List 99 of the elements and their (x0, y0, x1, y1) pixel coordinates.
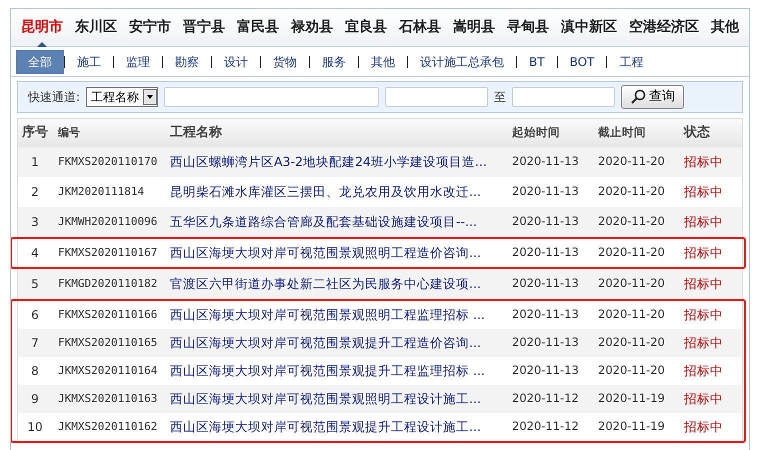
project-link[interactable]: 西山区海埂大坝对岸可视范围景观提升工程造价咨询... (170, 334, 481, 350)
code-cell-text: JKMXS2020110163 (57, 390, 158, 407)
date-cell-text: 2020-11-13 (512, 306, 580, 324)
region-tab[interactable]: 富民县 (233, 9, 283, 46)
date-cell-text: 2020-11-13 (512, 213, 580, 230)
row-number: 2 (30, 184, 40, 201)
date-cell-text: 2020-11-13 (512, 362, 580, 380)
category-tab[interactable]: 设计 (212, 50, 260, 74)
code-cell-text: FKMXS2020110170 (57, 154, 158, 170)
date-field[interactable] (385, 87, 488, 107)
date-cell-text: 2020-11-20 (598, 153, 666, 170)
project-link[interactable]: 西山区螺蛳湾片区A3-2地块配建24班小学建设项目造... (170, 154, 487, 169)
project-link[interactable]: 昆明柴石滩水库灌区三摆田、龙兑农用及饮用水改迁... (170, 184, 481, 199)
date-cell-text: 2020-11-12 (512, 390, 580, 408)
code-cell-text: FKMXS2020110167 (57, 244, 158, 261)
date-cell-text: 2020-11-20 (598, 244, 666, 262)
status-text: 招标中 (684, 244, 723, 260)
code-cell-text: JKMXS2020110162 (57, 418, 158, 435)
date-cell-text: 2020-11-13 (512, 244, 580, 262)
status-text: 招标中 (684, 276, 723, 291)
project-link[interactable]: 西山区海埂大坝对岸可视范围景观照明工程造价咨询... (170, 244, 481, 260)
status-text: 招标中 (684, 334, 723, 350)
date-cell-text: 2020-11-13 (512, 334, 580, 352)
region-tab[interactable]: 其他 (707, 9, 743, 46)
project-link[interactable]: 西山区海埂大坝对岸可视范围景观提升工程设计施工... (170, 418, 481, 434)
row-number: 1 (30, 154, 40, 171)
region-tab[interactable]: 滇中新区 (557, 9, 621, 46)
date-cell-text: 2020-11-20 (598, 334, 666, 352)
category-tab[interactable]: 设计施工总承包 (408, 50, 516, 74)
column-header: 截止时间 (598, 124, 647, 142)
code-cell-text: FKMXS2020110166 (57, 306, 158, 323)
date-cell-text: 2020-11-13 (512, 275, 580, 292)
column-header: 状态 (684, 124, 711, 142)
search-label: 快速通道: (28, 89, 80, 106)
code-cell-text: JKMXS2020110164 (57, 362, 158, 379)
category-tab[interactable]: 施工 (65, 50, 113, 74)
status-text: 招标中 (684, 306, 723, 322)
status-text: 招标中 (684, 184, 723, 199)
date-cell-text: 2020-11-13 (512, 153, 580, 170)
status-text: 招标中 (684, 418, 723, 434)
field-select[interactable]: 工程名称 (86, 87, 158, 107)
row-number: 9 (30, 391, 40, 408)
search-button[interactable]: 查询 (621, 85, 684, 109)
column-header: 起始时间 (512, 124, 561, 142)
date-cell-text: 2020-11-19 (598, 418, 666, 436)
row-number: 8 (30, 363, 40, 380)
region-tab[interactable]: 石林县 (395, 9, 445, 46)
row-number: 10 (26, 419, 44, 436)
row-number: 5 (30, 276, 40, 293)
project-link[interactable]: 官渡区六甲街道办事处新二社区为民服务中心建设项... (170, 276, 481, 291)
status-text: 招标中 (684, 214, 723, 229)
region-tab[interactable]: 禄劝县 (287, 9, 337, 46)
code-cell-text: FKMGD2020110182 (57, 276, 158, 292)
region-tab[interactable]: 安宁市 (125, 9, 175, 46)
row-number: 7 (30, 335, 40, 352)
date-cell-text: 2020-11-20 (598, 306, 666, 324)
region-tab[interactable]: 东川区 (71, 9, 121, 46)
date-cell-text: 2020-11-20 (598, 183, 666, 200)
category-tab[interactable]: 其他 (359, 50, 407, 74)
status-text: 招标中 (684, 362, 723, 378)
category-tab[interactable]: 监理 (114, 50, 162, 74)
row-number: 4 (30, 245, 40, 262)
status-text: 招标中 (684, 390, 723, 406)
code-cell-text: JKM2020111814 (57, 184, 146, 200)
project-link[interactable]: 西山区海埂大坝对岸可视范围景观提升工程监理招标 ... (170, 362, 485, 378)
date-cell-text: 2020-11-13 (512, 183, 580, 200)
date-cell-text: 2020-11-20 (598, 362, 666, 380)
region-tab[interactable]: 空港经济区 (625, 9, 703, 46)
status-text: 招标中 (684, 154, 723, 169)
date-cell-text: 2020-11-20 (598, 213, 666, 230)
range-separator: 至 (494, 89, 506, 106)
date-field[interactable] (512, 87, 616, 107)
category-tab[interactable]: 全部 (16, 50, 64, 74)
column-header: 序号 (21, 124, 49, 142)
date-cell-text: 2020-11-12 (512, 418, 580, 436)
keyword-field[interactable] (164, 87, 380, 107)
category-tab[interactable]: 货物 (261, 50, 309, 74)
search-icon (630, 89, 646, 105)
region-tab[interactable]: 晋宁县 (179, 9, 229, 46)
dropdown-icon[interactable] (143, 89, 158, 105)
code-cell-text: FKMXS2020110165 (57, 334, 158, 351)
row-number: 3 (30, 214, 40, 231)
category-tab[interactable]: 勘察 (163, 50, 211, 74)
project-link[interactable]: 西山区海埂大坝对岸可视范围景观照明工程设计施工... (170, 390, 481, 406)
region-tab[interactable]: 寻甸县 (503, 9, 553, 46)
column-header: 工程名称 (170, 124, 223, 142)
code-cell-text: JKMWH2020110096 (57, 214, 158, 230)
category-tab[interactable]: BOT (558, 50, 606, 74)
project-link[interactable]: 西山区海埂大坝对岸可视范围景观照明工程监理招标 ... (170, 306, 485, 322)
region-tab[interactable]: 嵩明县 (449, 9, 499, 46)
column-header: 编号 (57, 124, 81, 141)
category-tab[interactable]: 服务 (310, 50, 358, 74)
row-number: 6 (30, 307, 40, 324)
category-tab[interactable]: BT (517, 50, 557, 74)
project-link[interactable]: 五华区九条道路综合管廊及配套基础设施建设项目--... (170, 214, 477, 229)
date-cell-text: 2020-11-20 (598, 275, 666, 292)
category-tab[interactable]: 工程 (607, 50, 656, 74)
date-cell-text: 2020-11-19 (598, 390, 666, 408)
region-tab[interactable]: 宜良县 (341, 9, 391, 46)
